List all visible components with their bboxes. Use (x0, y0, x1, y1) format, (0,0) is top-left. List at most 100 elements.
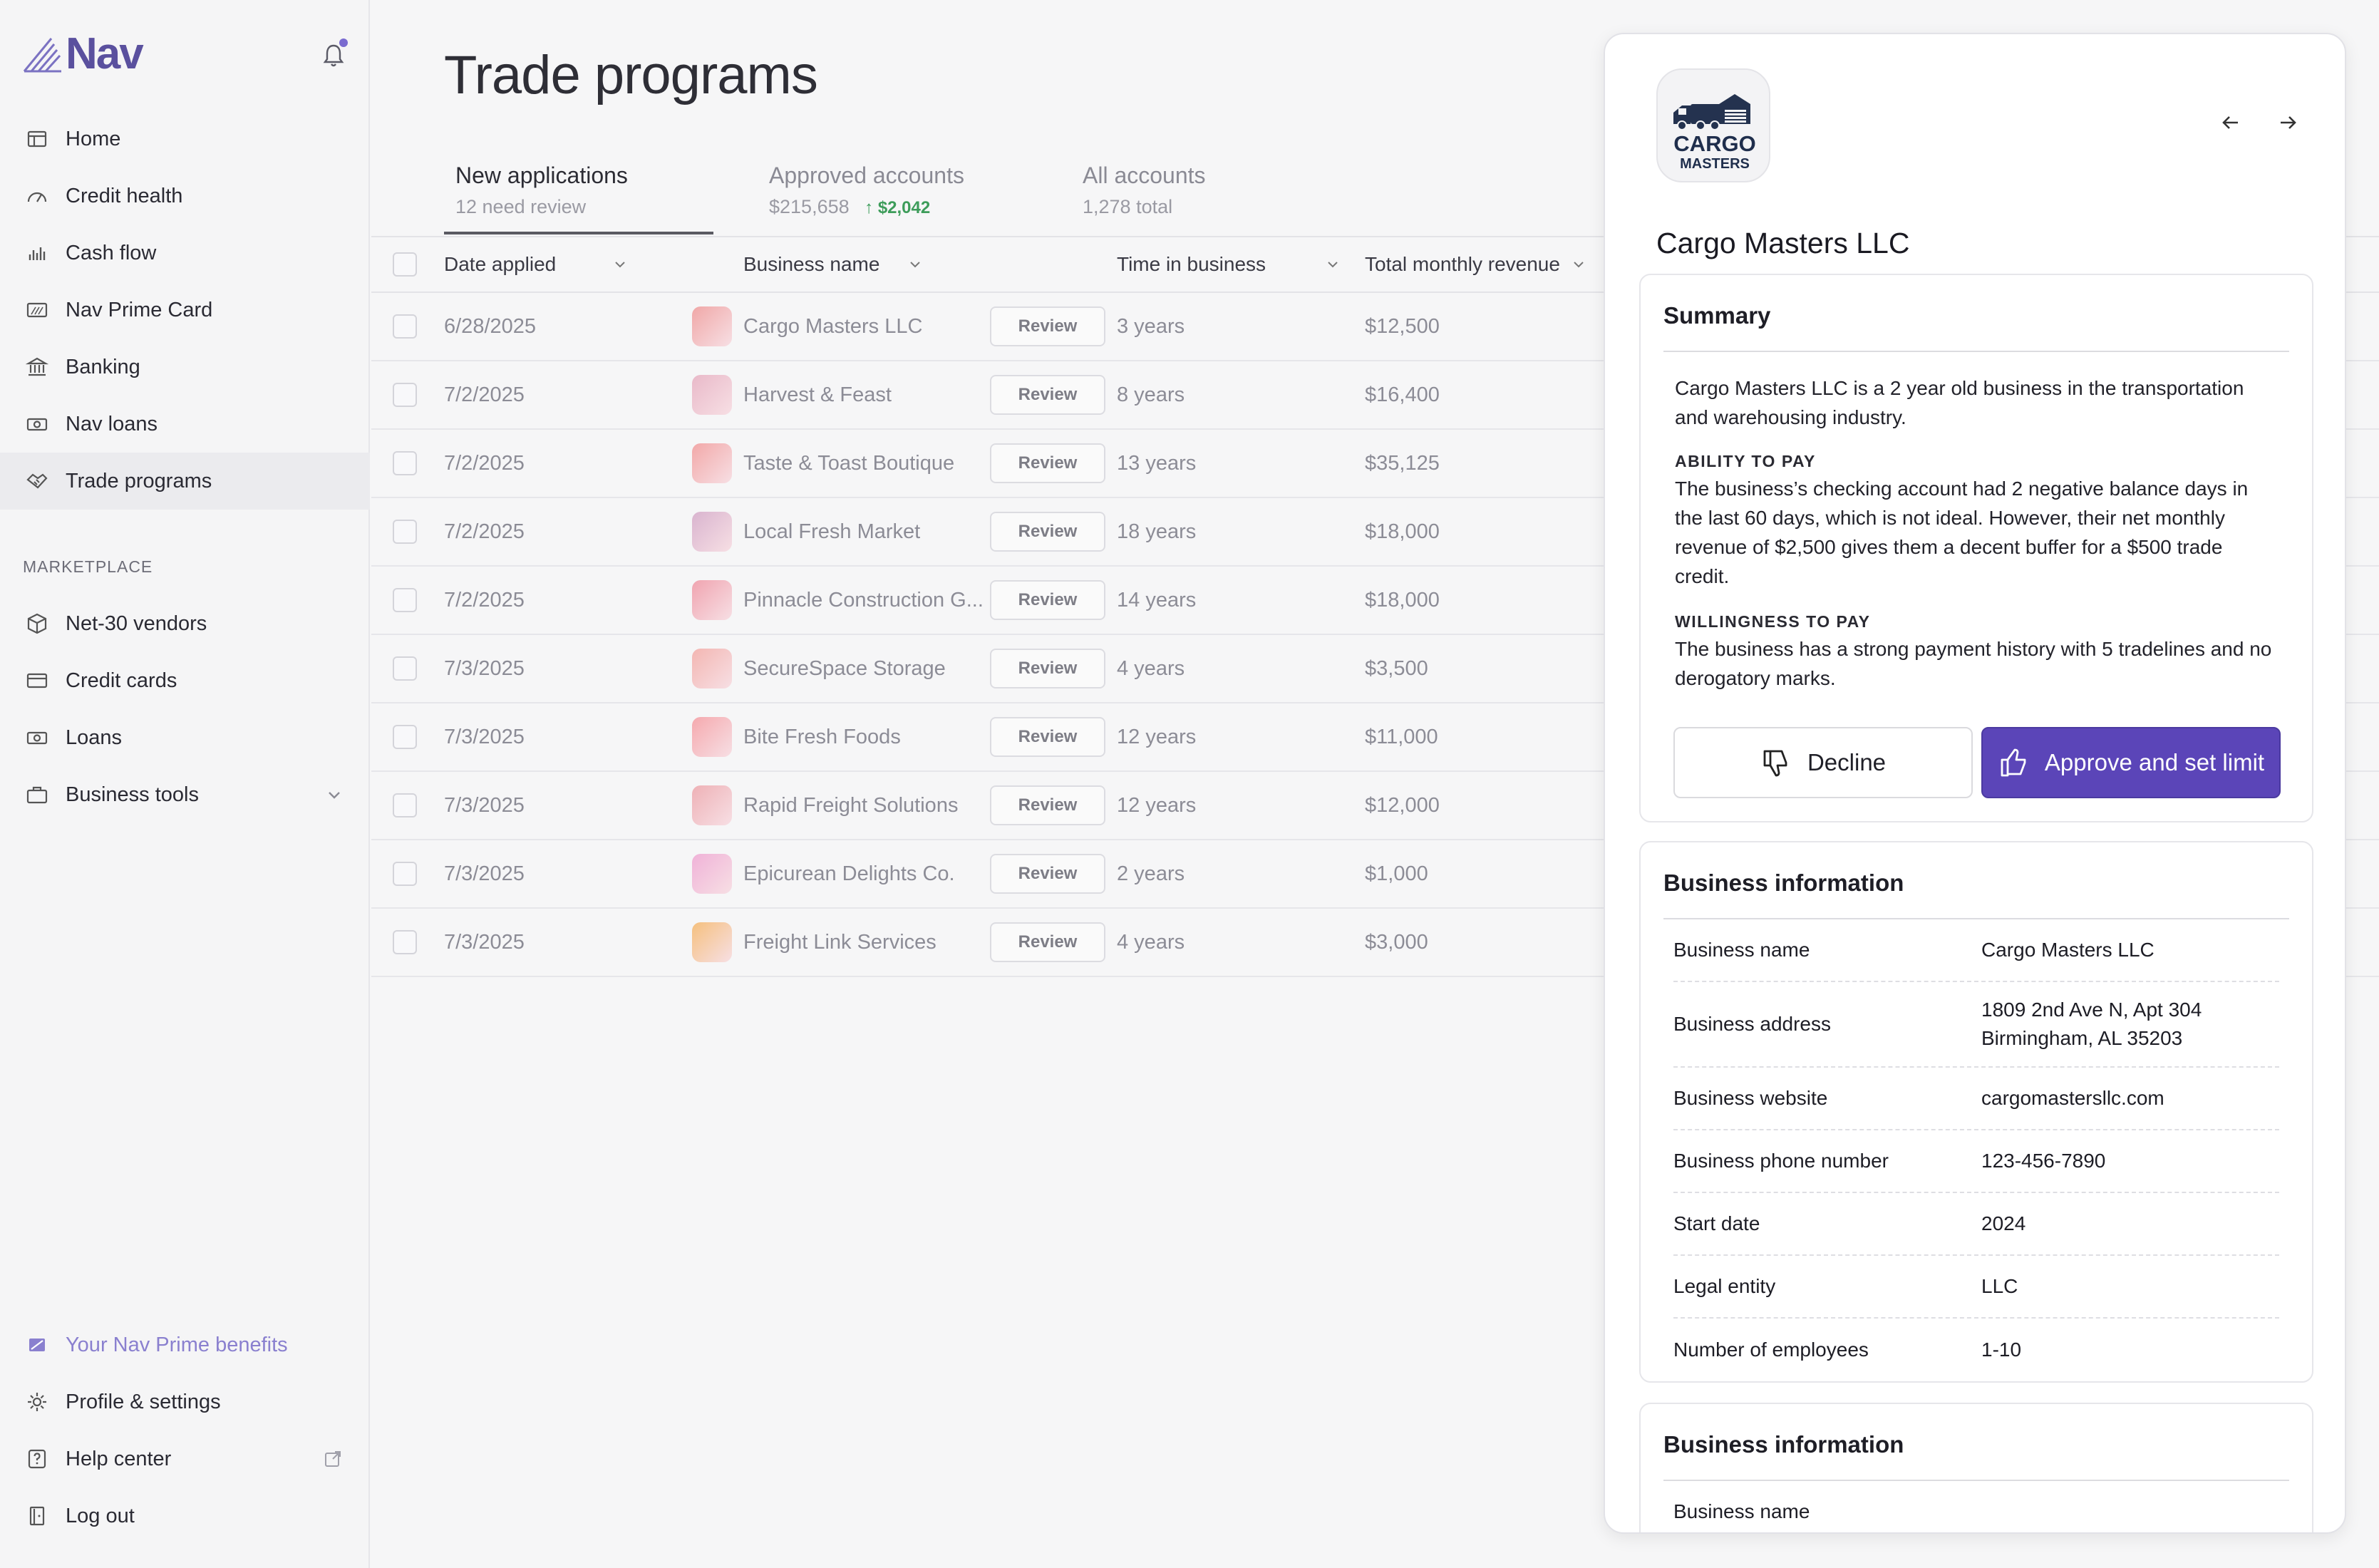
bar-chart-icon (24, 240, 50, 266)
sidebar-item-banking[interactable]: Banking (0, 339, 370, 396)
review-button[interactable]: Review (990, 443, 1105, 483)
sidebar-item-label: Profile & settings (66, 1390, 221, 1413)
review-button[interactable]: Review (990, 512, 1105, 552)
column-header-label: Time in business (1117, 253, 1266, 275)
info-value-line2: Birmingham, AL 35203 (1981, 1027, 2183, 1049)
logo-text-bottom: MASTERS (1680, 156, 1750, 172)
column-date-applied[interactable]: Date applied (444, 237, 627, 292)
page-title: Trade programs (444, 45, 818, 105)
date-applied-cell: 6/28/2025 (444, 314, 537, 338)
business-name-cell: Pinnacle Construction G... (743, 588, 984, 612)
sidebar-item-label: Banking (66, 355, 140, 378)
arrow-left-icon[interactable] (2218, 110, 2244, 135)
column-time-in-business[interactable]: Time in business (1117, 237, 1340, 292)
sidebar-item-profile-settings[interactable]: Profile & settings (0, 1373, 370, 1430)
review-button[interactable]: Review (990, 375, 1105, 415)
help-icon (24, 1446, 50, 1472)
row-checkbox[interactable] (393, 451, 417, 475)
column-business-name[interactable]: Business name (743, 237, 922, 292)
row-checkbox[interactable] (393, 656, 417, 681)
sidebar-item-business-tools[interactable]: Business tools (0, 766, 370, 823)
review-button[interactable]: Review (990, 785, 1105, 825)
external-link-icon (325, 1451, 341, 1467)
application-detail-panel: CARGO MASTERS Cargo Masters LLC Summary … (1604, 33, 2346, 1534)
sidebar-item-nav-loans[interactable]: Nav loans (0, 396, 370, 453)
tab-sublabel-row: $215,658 ↑ $2,042 (769, 196, 1071, 218)
review-button[interactable]: Review (990, 717, 1105, 757)
review-button[interactable]: Review (990, 649, 1105, 688)
tab-all-accounts[interactable]: All accounts 1,278 total (1071, 163, 1385, 218)
sidebar-item-label: Home (66, 127, 121, 150)
row-checkbox[interactable] (393, 725, 417, 749)
sidebar-item-prime-benefits[interactable]: Your Nav Prime benefits (0, 1316, 370, 1373)
business-avatar (692, 512, 732, 552)
sidebar-item-home[interactable]: Home (0, 110, 370, 167)
row-checkbox[interactable] (393, 588, 417, 612)
business-name-cell: Rapid Freight Solutions (743, 793, 959, 817)
date-applied-cell: 7/3/2025 (444, 656, 525, 680)
info-key: Business website (1673, 1087, 1828, 1109)
cash-icon (24, 411, 50, 437)
business-avatar (692, 375, 732, 415)
review-button[interactable]: Review (990, 922, 1105, 962)
monthly-revenue-cell: $1,000 (1365, 862, 1428, 885)
sidebar-item-log-out[interactable]: Log out (0, 1487, 370, 1544)
row-checkbox[interactable] (393, 930, 417, 954)
time-in-business-cell: 4 years (1117, 930, 1185, 954)
row-checkbox[interactable] (393, 793, 417, 817)
business-name-cell: Cargo Masters LLC (743, 314, 923, 338)
business-name-cell: Local Fresh Market (743, 520, 921, 543)
credit-card-icon (24, 668, 50, 693)
sidebar-item-loans[interactable]: Loans (0, 709, 370, 766)
tab-new-applications[interactable]: New applications 12 need review (444, 163, 758, 218)
review-button[interactable]: Review (990, 580, 1105, 620)
business-info-card-2: Business information Business name (1639, 1403, 2313, 1532)
select-all-checkbox[interactable] (393, 252, 417, 277)
review-button[interactable]: Review (990, 306, 1105, 346)
nav-logo[interactable]: Nav (23, 29, 144, 79)
sidebar-item-credit-health[interactable]: Credit health (0, 167, 370, 225)
ability-to-pay-text: The business’s checking account had 2 ne… (1675, 478, 2249, 587)
logo-text-top: CARGO (1673, 131, 1755, 156)
info-row: Business phone number 123-456-7890 (1673, 1130, 2279, 1193)
ability-to-pay-label: ABILITY TO PAY (1675, 452, 1816, 470)
chevron-down-icon (1574, 262, 1584, 268)
info-value: LLC (1981, 1275, 2018, 1297)
row-checkbox[interactable] (393, 862, 417, 886)
approve-button[interactable]: Approve and set limit (1981, 727, 2281, 798)
row-checkbox[interactable] (393, 383, 417, 407)
sidebar-item-label: Nav loans (66, 412, 158, 435)
sidebar-item-cash-flow[interactable]: Cash flow (0, 225, 370, 282)
sidebar-item-help-center[interactable]: Help center (0, 1430, 370, 1487)
tab-sublabel: 1,278 total (1083, 196, 1173, 217)
tab-approved-accounts[interactable]: Approved accounts $215,658 ↑ $2,042 (758, 163, 1071, 218)
review-button[interactable]: Review (990, 854, 1105, 894)
row-checkbox[interactable] (393, 314, 417, 339)
chevron-down-icon[interactable] (326, 786, 343, 803)
sidebar-item-trade-programs[interactable]: Trade programs (0, 453, 370, 510)
truck-icon: CARGO MASTERS (1673, 94, 1756, 172)
info-value: 1809 2nd Ave N, Apt 304 (1981, 999, 2202, 1021)
decline-button[interactable]: Decline (1673, 727, 1973, 798)
column-header-label: Business name (743, 253, 880, 275)
row-checkbox[interactable] (393, 520, 417, 544)
approve-label: Approve and set limit (2044, 749, 2265, 775)
decline-label: Decline (1807, 749, 1887, 775)
business-avatar (692, 717, 732, 757)
card-heading: Summary (1663, 302, 2289, 352)
column-total-monthly-revenue[interactable]: Total monthly revenue (1365, 237, 1586, 292)
monthly-revenue-cell: $35,125 (1365, 451, 1440, 475)
card-heading: Business information (1663, 1431, 2289, 1481)
logo-mark-icon (23, 37, 61, 72)
info-row: Business name Cargo Masters LLC (1673, 919, 2279, 982)
business-avatar (692, 649, 732, 688)
info-row: Start date 2024 (1673, 1193, 2279, 1256)
info-row: Number of employees 1-10 (1673, 1319, 2279, 1381)
sidebar-item-net30-vendors[interactable]: Net-30 vendors (0, 595, 370, 652)
arrow-right-icon[interactable] (2275, 110, 2301, 135)
tab-label: New applications (455, 163, 628, 188)
sidebar-item-nav-prime-card[interactable]: Nav Prime Card (0, 282, 370, 339)
business-avatar (692, 785, 732, 825)
sidebar-item-credit-cards[interactable]: Credit cards (0, 652, 370, 709)
info-value: Cargo Masters LLC (1981, 939, 2154, 961)
